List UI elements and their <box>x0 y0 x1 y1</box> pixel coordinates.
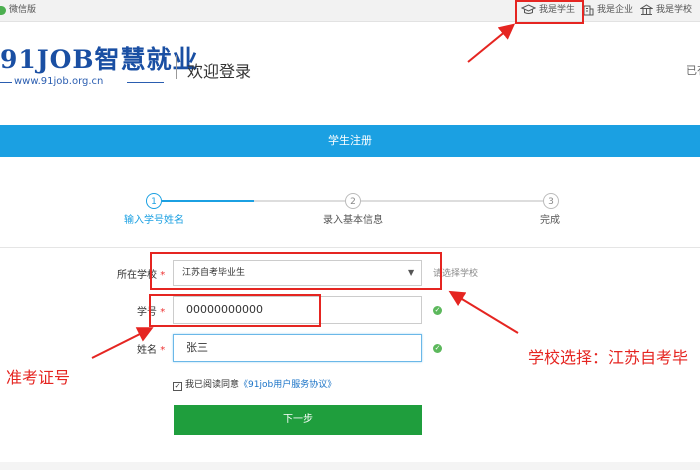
arrow-to-student <box>467 23 516 63</box>
annotation-exam-id: 准考证号 <box>6 368 71 387</box>
annotation-school-choice: 学校选择：江苏自考毕 <box>528 348 689 367</box>
arrow-to-school <box>448 290 519 334</box>
arrow-to-student-id <box>91 327 154 359</box>
footer-strip <box>0 462 700 470</box>
annotation-arrows <box>91 23 519 359</box>
